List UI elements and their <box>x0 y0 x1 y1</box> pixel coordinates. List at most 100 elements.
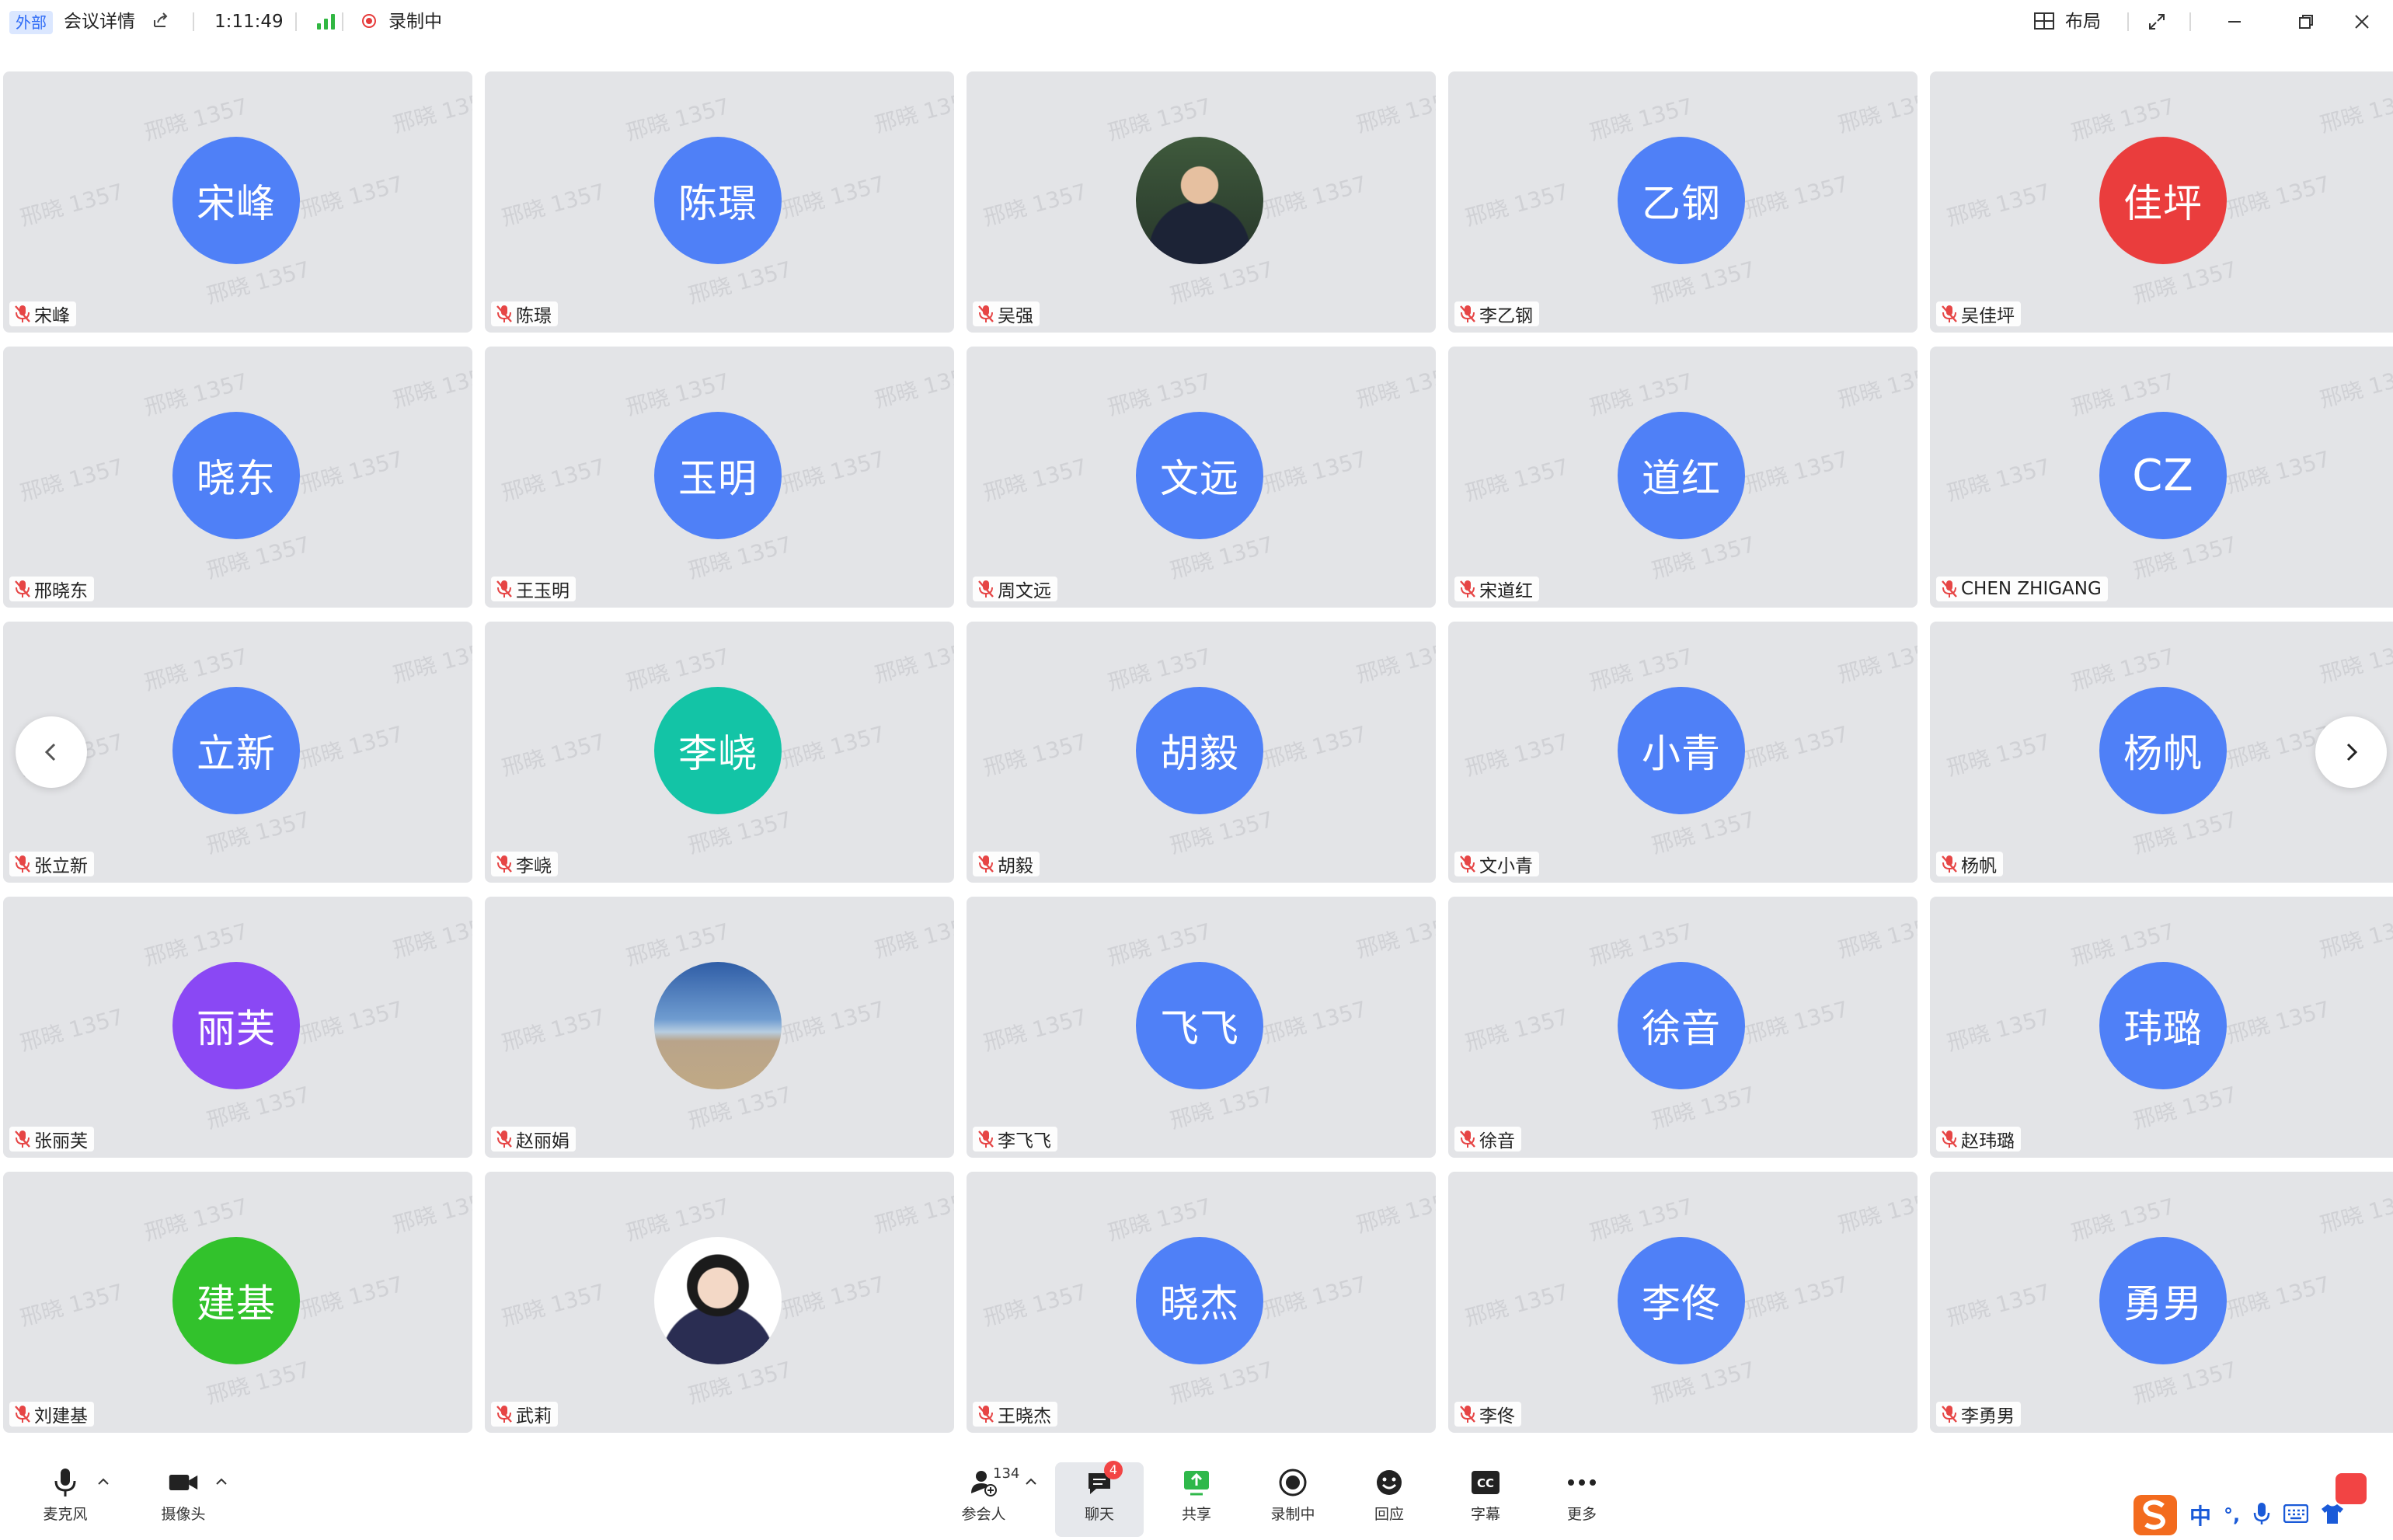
fullscreen-icon[interactable] <box>2141 8 2172 36</box>
camera-options-chevron-icon[interactable] <box>214 1475 228 1489</box>
participant-name: 吴强 <box>998 306 1033 326</box>
participant-tile[interactable]: 邢晓 1357 邢晓 1357 邢晓 1357 邢晓 1357 邢晓 1357 胡毅 胡毅 <box>967 622 1436 883</box>
share-button[interactable]: 共享 <box>1158 1467 1235 1532</box>
watermark: 邢晓 1357 <box>499 1003 608 1057</box>
watermark: 邢晓 1357 <box>1835 910 1918 963</box>
participant-tile[interactable]: 邢晓 1357 邢晓 1357 邢晓 1357 邢晓 1357 邢晓 1357 勇男 李勇男 <box>1930 1172 2393 1433</box>
external-tag: 外部 <box>9 11 53 34</box>
mic-muted-icon <box>978 305 994 322</box>
ime-language-toggle[interactable]: 中 <box>2189 1500 2211 1531</box>
mic-muted-icon <box>15 1131 30 1148</box>
participant-tile[interactable]: 邢晓 1357 邢晓 1357 邢晓 1357 邢晓 1357 邢晓 1357 晓东 邢晓东 <box>3 347 472 608</box>
close-icon[interactable] <box>2346 8 2377 36</box>
voice-input-icon[interactable] <box>2252 1502 2271 1528</box>
watermark: 邢晓 1357 <box>499 453 608 507</box>
avatar: 乙钢 <box>1618 137 1745 264</box>
participants-options-chevron-icon[interactable] <box>1024 1475 1038 1489</box>
participant-name-chip: 李佟 <box>1454 1402 1521 1427</box>
input-method-bar: 中 °, <box>2133 1495 2344 1535</box>
mic-button[interactable]: 麦克风 <box>26 1467 104 1532</box>
camera-button[interactable]: 摄像头 <box>145 1467 222 1532</box>
participant-tile[interactable]: 邢晓 1357 邢晓 1357 邢晓 1357 邢晓 1357 邢晓 1357 陈璟 陈璟 <box>485 71 954 333</box>
divider <box>295 12 297 31</box>
participant-tile[interactable]: 邢晓 1357 邢晓 1357 邢晓 1357 邢晓 1357 邢晓 1357 飞飞 李飞飞 <box>967 897 1436 1158</box>
participant-tile[interactable]: 邢晓 1357 邢晓 1357 邢晓 1357 邢晓 1357 邢晓 1357 乙钢 李乙钢 <box>1448 71 1918 333</box>
title-bar: 外部 会议详情 1:11:49 录制中 布局 <box>0 0 2393 44</box>
recording-status[interactable]: 录制中 <box>388 9 442 34</box>
mic-muted-icon <box>978 855 994 873</box>
participant-tile[interactable]: 邢晓 1357 邢晓 1357 邢晓 1357 邢晓 1357 邢晓 1357 吴强 <box>967 71 1436 333</box>
layout-button[interactable]: 布局 <box>2065 9 2101 34</box>
restore-icon[interactable] <box>2290 8 2322 36</box>
participant-tile[interactable]: 邢晓 1357 邢晓 1357 邢晓 1357 邢晓 1357 邢晓 1357 宋峰 宋峰 <box>3 71 472 333</box>
participant-tile[interactable]: 邢晓 1357 邢晓 1357 邢晓 1357 邢晓 1357 邢晓 1357 赵丽娟 <box>485 897 954 1158</box>
more-label: 更多 <box>1566 1506 1597 1523</box>
watermark: 邢晓 1357 <box>390 635 472 688</box>
ime-punctuation-toggle[interactable]: °, <box>2224 1504 2240 1526</box>
watermark: 邢晓 1357 <box>1835 635 1918 688</box>
participant-tile[interactable]: 邢晓 1357 邢晓 1357 邢晓 1357 邢晓 1357 邢晓 1357 文远 周文远 <box>967 347 1436 608</box>
avatar: 徐音 <box>1618 962 1745 1089</box>
watermark: 邢晓 1357 <box>1353 85 1436 138</box>
watermark: 邢晓 1357 <box>779 995 888 1049</box>
watermark: 邢晓 1357 <box>1944 1278 2053 1332</box>
watermark: 邢晓 1357 <box>2317 1185 2393 1239</box>
participant-tile[interactable]: 邢晓 1357 邢晓 1357 邢晓 1357 邢晓 1357 邢晓 1357 佳坪 吴佳坪 <box>1930 71 2393 333</box>
participant-tile[interactable]: 邢晓 1357 邢晓 1357 邢晓 1357 邢晓 1357 邢晓 1357 武莉 <box>485 1172 954 1433</box>
participant-tile[interactable]: 邢晓 1357 邢晓 1357 邢晓 1357 邢晓 1357 邢晓 1357 李佟 李佟 <box>1448 1172 1918 1433</box>
chat-button[interactable]: 4 聊天 <box>1055 1461 1144 1537</box>
participant-name: 武莉 <box>516 1406 552 1427</box>
watermark: 邢晓 1357 <box>1742 445 1851 499</box>
watermark: 邢晓 1357 <box>17 178 127 232</box>
previous-page-button[interactable] <box>16 716 87 788</box>
meeting-duration: 1:11:49 <box>214 12 284 32</box>
avatar: 玮璐 <box>2099 962 2227 1089</box>
skin-shirt-icon[interactable] <box>2321 1503 2344 1528</box>
divider <box>2189 12 2191 31</box>
avatar: 李佟 <box>1618 1237 1745 1364</box>
divider <box>342 12 343 31</box>
participant-tile[interactable]: 邢晓 1357 邢晓 1357 邢晓 1357 邢晓 1357 邢晓 1357 玉明 王玉明 <box>485 347 954 608</box>
participant-name-chip: 李勇男 <box>1936 1402 2021 1427</box>
participant-tile[interactable]: 邢晓 1357 邢晓 1357 邢晓 1357 邢晓 1357 邢晓 1357 建基 刘建基 <box>3 1172 472 1433</box>
next-page-button[interactable] <box>2315 716 2387 788</box>
mic-muted-icon <box>1942 1131 1957 1148</box>
participant-name-chip: 吴佳坪 <box>1936 301 2021 326</box>
watermark: 邢晓 1357 <box>1835 360 1918 413</box>
captions-button[interactable]: CC 字幕 <box>1447 1467 1524 1532</box>
watermark: 邢晓 1357 <box>297 170 406 224</box>
mic-muted-icon <box>496 855 512 873</box>
participant-tile[interactable]: 邢晓 1357 邢晓 1357 邢晓 1357 邢晓 1357 邢晓 1357 小青 文小青 <box>1448 622 1918 883</box>
participant-tile[interactable]: 邢晓 1357 邢晓 1357 邢晓 1357 邢晓 1357 邢晓 1357 晓杰 王晓杰 <box>967 1172 1436 1433</box>
participant-name: 赵丽娟 <box>516 1131 570 1152</box>
watermark: 邢晓 1357 <box>2224 445 2333 499</box>
divider <box>193 12 194 31</box>
participant-tile[interactable]: 邢晓 1357 邢晓 1357 邢晓 1357 邢晓 1357 邢晓 1357 道红 宋道红 <box>1448 347 1918 608</box>
watermark: 邢晓 1357 <box>1742 1270 1851 1324</box>
mic-options-chevron-icon[interactable] <box>96 1475 110 1489</box>
avatar-photo <box>654 962 782 1089</box>
network-signal-icon[interactable] <box>317 12 335 30</box>
watermark: 邢晓 1357 <box>297 445 406 499</box>
share-out-icon[interactable] <box>151 11 171 31</box>
participant-tile[interactable]: 邢晓 1357 邢晓 1357 邢晓 1357 邢晓 1357 邢晓 1357 丽芙 张丽芙 <box>3 897 472 1158</box>
record-label: 录制中 <box>1270 1506 1315 1523</box>
participant-name: 张丽芙 <box>34 1131 88 1152</box>
participant-tile[interactable]: 邢晓 1357 邢晓 1357 邢晓 1357 邢晓 1357 邢晓 1357 玮璐 赵玮璐 <box>1930 897 2393 1158</box>
participant-tile[interactable]: 邢晓 1357 邢晓 1357 邢晓 1357 邢晓 1357 邢晓 1357 CZ CHE… <box>1930 347 2393 608</box>
meeting-details-link[interactable]: 会议详情 <box>64 9 135 34</box>
mic-muted-icon <box>978 1131 994 1148</box>
participant-name: 宋峰 <box>34 306 70 326</box>
more-button[interactable]: 更多 <box>1543 1467 1621 1532</box>
mic-muted-icon <box>15 1406 30 1423</box>
record-button[interactable]: 录制中 <box>1254 1467 1332 1532</box>
participant-tile[interactable]: 邢晓 1357 邢晓 1357 邢晓 1357 邢晓 1357 邢晓 1357 李峣 李峣 <box>485 622 954 883</box>
minimize-icon[interactable] <box>2219 8 2250 36</box>
keyboard-icon[interactable] <box>2283 1503 2309 1526</box>
sogou-logo-icon[interactable] <box>2133 1495 2177 1535</box>
record-icon <box>1277 1467 1308 1498</box>
participant-name-chip: CHEN ZHIGANG <box>1936 577 2108 601</box>
participant-tile[interactable]: 邢晓 1357 邢晓 1357 邢晓 1357 邢晓 1357 邢晓 1357 徐音 徐音 <box>1448 897 1918 1158</box>
reactions-button[interactable]: 回应 <box>1350 1467 1428 1532</box>
layout-icon[interactable] <box>2034 12 2054 30</box>
